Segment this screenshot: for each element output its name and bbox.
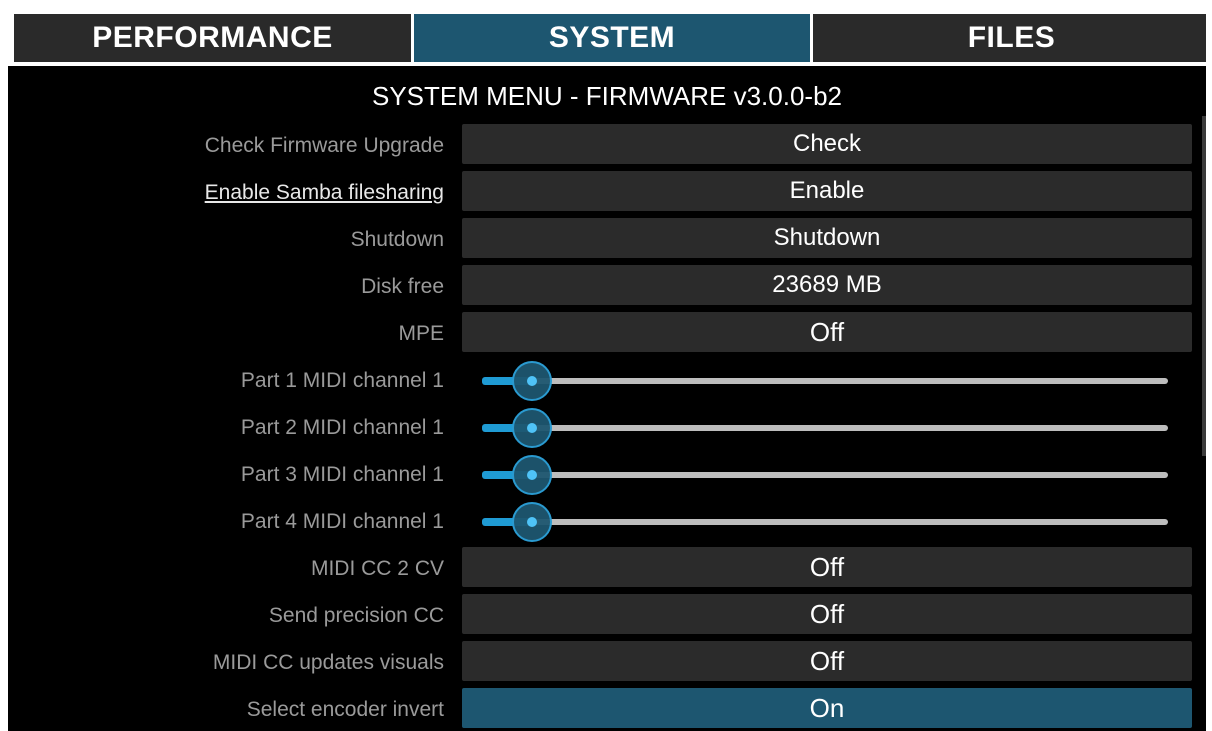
cc2cv-toggle[interactable]: Off [462, 547, 1192, 587]
slider-track [482, 425, 1168, 431]
cc-visuals-label: MIDI CC updates visuals [212, 651, 444, 674]
part2-midi-slider[interactable] [482, 408, 1170, 448]
shutdown-label: Shutdown [350, 228, 444, 251]
part2-midi-label: Part 2 MIDI channel 1 [240, 416, 444, 439]
scrollbar[interactable] [1202, 116, 1206, 456]
tab-bar: PERFORMANCE SYSTEM FILES [8, 8, 1206, 66]
disk-free-value: 23689 MB [462, 265, 1192, 305]
slider-track [482, 472, 1168, 478]
precision-cc-label: Send precision CC [268, 604, 444, 627]
slider-thumb[interactable] [511, 408, 552, 448]
slider-track [482, 378, 1168, 384]
disk-free-label: Disk free [361, 275, 444, 298]
slider-thumb[interactable] [511, 502, 552, 542]
enable-samba-button[interactable]: Enable [462, 171, 1192, 211]
part3-midi-label: Part 3 MIDI channel 1 [240, 463, 444, 486]
app-screen: PERFORMANCE SYSTEM FILES SYSTEM MENU - F… [8, 8, 1206, 731]
slider-track [482, 519, 1168, 525]
precision-cc-toggle[interactable]: Off [462, 594, 1192, 634]
encoder-invert-label: Select encoder invert [246, 698, 444, 721]
cc2cv-label: MIDI CC 2 CV [310, 557, 444, 580]
check-firmware-button[interactable]: Check [462, 124, 1192, 164]
mpe-toggle[interactable]: Off [462, 312, 1192, 352]
mpe-label: MPE [398, 322, 444, 345]
part1-midi-label: Part 1 MIDI channel 1 [240, 369, 444, 392]
page-title: SYSTEM MENU - FIRMWARE v3.0.0-b2 [372, 81, 842, 111]
encoder-invert-toggle[interactable]: On [462, 688, 1192, 728]
part4-midi-slider[interactable] [482, 502, 1170, 542]
tab-performance[interactable]: PERFORMANCE [14, 14, 411, 62]
tab-system[interactable]: SYSTEM [414, 14, 810, 62]
shutdown-button[interactable]: Shutdown [462, 218, 1192, 258]
tab-files[interactable]: FILES [813, 14, 1206, 62]
cc-visuals-toggle[interactable]: Off [462, 641, 1192, 681]
part1-midi-slider[interactable] [482, 361, 1170, 401]
samba-label-link[interactable]: Enable Samba filesharing [205, 173, 444, 213]
slider-thumb[interactable] [511, 361, 552, 401]
part3-midi-slider[interactable] [482, 455, 1170, 495]
part4-midi-label: Part 4 MIDI channel 1 [240, 510, 444, 533]
slider-thumb[interactable] [511, 455, 552, 495]
check-firmware-label: Check Firmware Upgrade [204, 134, 444, 157]
